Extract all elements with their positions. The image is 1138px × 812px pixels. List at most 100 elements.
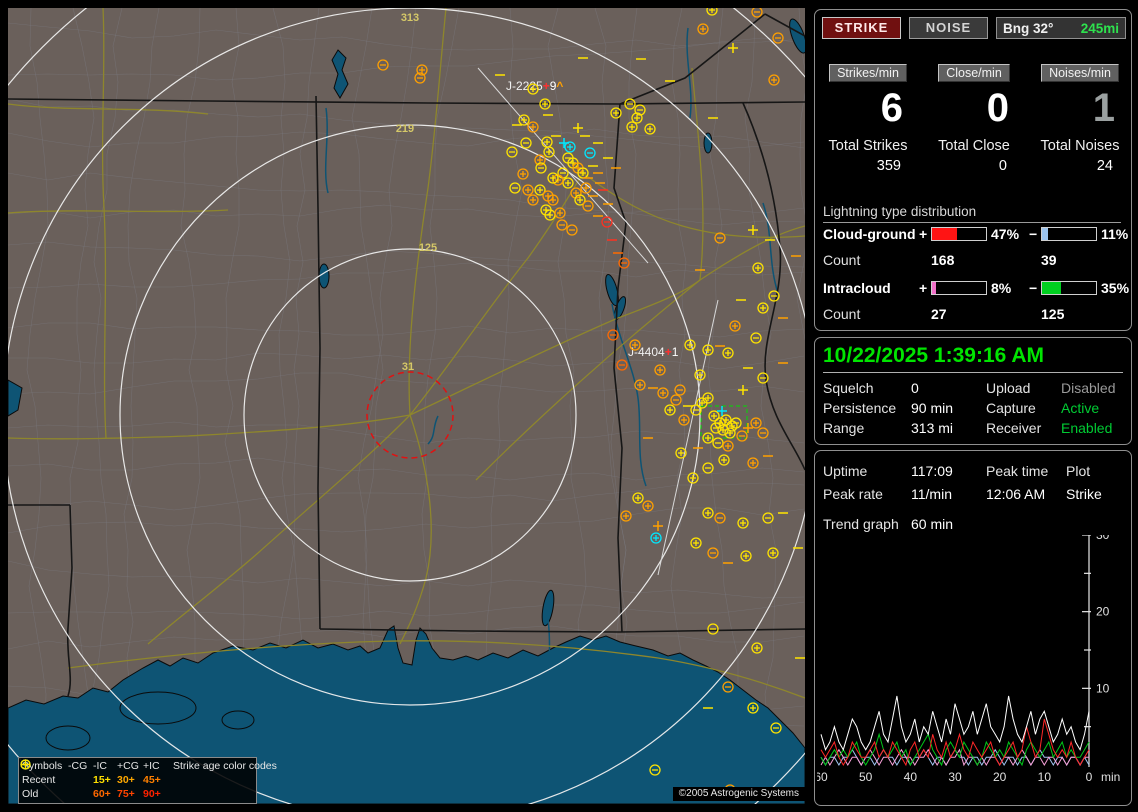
cg-plus-pct: 47% — [991, 226, 1020, 242]
uptime-value: 117:09 — [911, 463, 953, 479]
legend-header-row: Symbols -CG -IC +CG +IC Strike age color… — [22, 759, 277, 773]
ic-minus-pct: 35% — [1101, 280, 1130, 296]
receiver-value: Enabled — [1061, 420, 1113, 436]
plus-icon — [21, 760, 30, 769]
minus-sign: − — [1029, 226, 1038, 242]
svg-text:20: 20 — [993, 770, 1007, 784]
legend-ncg-header: -CG — [68, 760, 88, 772]
svg-text:219: 219 — [396, 123, 414, 135]
status-panel: 10/22/2025 1:39:16 AM Squelch 0 Upload D… — [814, 337, 1132, 445]
legend-old-label: Old — [22, 788, 39, 800]
legend-nic-header: -IC — [93, 760, 107, 772]
peak-time-value: 12:06 AM — [986, 486, 1046, 502]
uptime-label: Uptime — [823, 463, 868, 479]
legend-age-header: Strike age color codes — [173, 760, 277, 772]
cg-plus-count: 168 — [931, 252, 955, 268]
distribution-title: Lightning type distribution — [823, 204, 1121, 223]
trend-chart: 10 20 30 60 50 40 30 20 10 0 min — [817, 535, 1129, 799]
plus-sign: + — [919, 280, 928, 296]
stats-panel: STRIKE NOISE Bng 32° 245mi Strikes/min 6… — [814, 9, 1132, 331]
svg-text:20: 20 — [1096, 605, 1110, 619]
map-canvas: 31321912531 J-2225+9^J-4404+1 — [8, 8, 805, 804]
ic-minus-count: 125 — [1041, 306, 1065, 322]
squelch-value: 0 — [911, 380, 919, 396]
age-code: 75+ — [117, 788, 135, 800]
legend-pic-header: +IC — [143, 760, 160, 772]
svg-text:30: 30 — [1096, 535, 1110, 542]
noises-rate-value: 1 — [1092, 86, 1115, 130]
persistence-label: Persistence — [823, 400, 897, 416]
strikes-per-min-chip: Strikes/min — [829, 64, 907, 82]
trend-graph-window: 60 min — [911, 516, 954, 532]
range-value: 313 mi — [911, 420, 954, 436]
svg-text:60: 60 — [817, 770, 828, 784]
total-strikes-label: Total Strikes — [828, 138, 908, 154]
plot-label: Plot — [1066, 463, 1091, 479]
legend-old-row: Old 60+ 75+ 90+ — [20, 759, 253, 801]
count-label: Count — [823, 252, 861, 268]
total-noises-label: Total Noises — [1040, 138, 1120, 154]
lightning-map: 313 219 125 31 J-2225+9^ J-4404+1 Symbols -C… — [8, 8, 805, 804]
cloud-ground-row: Cloud-ground + 47% − 11% — [815, 226, 1131, 242]
total-strikes-value: 359 — [876, 158, 901, 174]
total-noises-value: 24 — [1096, 158, 1113, 174]
legend-recent-label: Recent — [22, 774, 56, 786]
legend-pcg-header: +CG — [117, 760, 139, 772]
count-label: Count — [823, 306, 861, 322]
squelch-label: Squelch — [823, 380, 874, 396]
svg-text:40: 40 — [904, 770, 918, 784]
intracloud-row: Intracloud + 8% − 35% — [815, 280, 1131, 296]
svg-text:10: 10 — [1096, 681, 1110, 695]
cg-minus-bar — [1041, 227, 1097, 241]
legend-recent-row: Recent 15+ 30+ 45+ — [20, 759, 253, 787]
receiver-label: Receiver — [986, 420, 1042, 436]
age-code: 90+ — [143, 788, 161, 800]
svg-text:50: 50 — [859, 770, 873, 784]
intracloud-label: Intracloud — [823, 280, 891, 296]
upload-value: Disabled — [1061, 380, 1116, 396]
total-close-value: 0 — [998, 158, 1007, 174]
capture-value: Active — [1061, 400, 1100, 416]
svg-text:31: 31 — [402, 361, 414, 373]
peak-rate-value: 11/min — [911, 486, 952, 502]
strikes-rate-value: 6 — [880, 86, 903, 130]
age-code: 15+ — [93, 774, 111, 786]
map-legend: Symbols -CG -IC +CG +IC Strike age color… — [18, 757, 277, 804]
ic-plus-count: 27 — [931, 306, 947, 322]
cloud-ground-label: Cloud-ground — [823, 226, 916, 242]
total-close-label: Total Close — [938, 138, 1010, 154]
range-label: Range — [823, 420, 865, 436]
trend-panel: Uptime 117:09 Peak time Plot Peak rate 1… — [814, 450, 1132, 806]
ic-plus-bar — [931, 281, 987, 295]
svg-text:313: 313 — [401, 12, 419, 24]
trend-graph-label: Trend graph — [823, 516, 899, 532]
copyright-text: ©2005 Astrogenic Systems — [672, 787, 805, 801]
svg-text:30: 30 — [948, 770, 962, 784]
app-window: 313 219 125 31 J-2225+9^ J-4404+1 Symbols -C… — [0, 0, 1138, 812]
datetime-display: 10/22/2025 1:39:16 AM — [823, 344, 1123, 373]
noises-per-min-chip: Noises/min — [1041, 64, 1119, 82]
close-rate-value: 0 — [986, 86, 1009, 130]
svg-text:0: 0 — [1086, 770, 1093, 784]
plus-sign: + — [919, 226, 928, 242]
ic-plus-pct: 8% — [991, 280, 1012, 296]
cg-minus-pct: 11% — [1101, 226, 1129, 242]
plot-mode-value: Strike — [1066, 486, 1102, 502]
peak-rate-label: Peak rate — [823, 486, 883, 502]
svg-text:10: 10 — [1038, 770, 1052, 784]
age-code: 60+ — [93, 788, 111, 800]
upload-label: Upload — [986, 380, 1031, 396]
cg-plus-bar — [931, 227, 987, 241]
age-code: 45+ — [143, 774, 161, 786]
svg-text:125: 125 — [419, 242, 437, 254]
svg-text:J-2225+9^: J-2225+9^ — [506, 79, 563, 93]
age-code: 30+ — [117, 774, 135, 786]
capture-label: Capture — [986, 400, 1036, 416]
svg-text:min: min — [1101, 770, 1120, 784]
peak-time-label: Peak time — [986, 463, 1049, 479]
close-per-min-chip: Close/min — [938, 64, 1010, 82]
ic-minus-bar — [1041, 281, 1097, 295]
minus-sign: − — [1029, 280, 1038, 296]
cg-minus-count: 39 — [1041, 252, 1057, 268]
persistence-value: 90 min — [911, 400, 954, 416]
